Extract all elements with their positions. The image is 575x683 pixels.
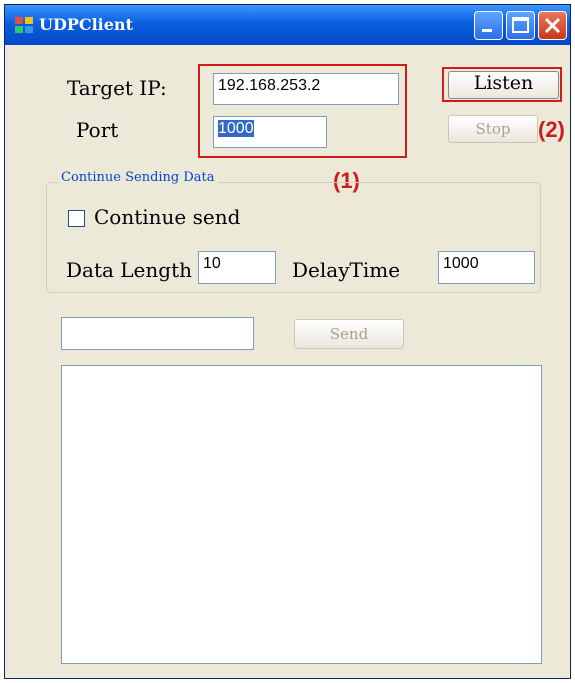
annotation-box-2 [442,67,562,102]
annotation-label-2: (2) [538,117,565,142]
send-button[interactable]: Send [294,319,404,349]
data-length-label: Data Length [66,258,192,282]
data-length-input[interactable]: 10 [198,251,276,284]
minimize-icon [482,29,492,32]
annotation-box-1 [198,64,407,158]
maximize-button[interactable] [506,11,535,40]
delay-time-input[interactable]: 1000 [438,251,535,284]
continue-send-label: Continue send [94,205,241,229]
group-legend: Continue Sending Data [58,170,218,185]
close-icon [544,17,561,34]
maximize-icon [512,17,529,33]
minimize-button[interactable] [474,11,503,40]
message-input[interactable] [61,317,254,350]
continue-send-checkbox[interactable] [68,210,85,227]
output-textbox[interactable] [61,365,542,664]
close-button[interactable] [538,11,567,40]
title-bar[interactable]: UDPClient [5,5,570,45]
window-title: UDPClient [39,15,133,34]
delay-time-label: DelayTime [292,258,401,282]
stop-button[interactable]: Stop [448,115,538,143]
target-ip-label: Target IP: [67,76,167,100]
port-label: Port [76,118,119,142]
app-icon [15,17,33,33]
